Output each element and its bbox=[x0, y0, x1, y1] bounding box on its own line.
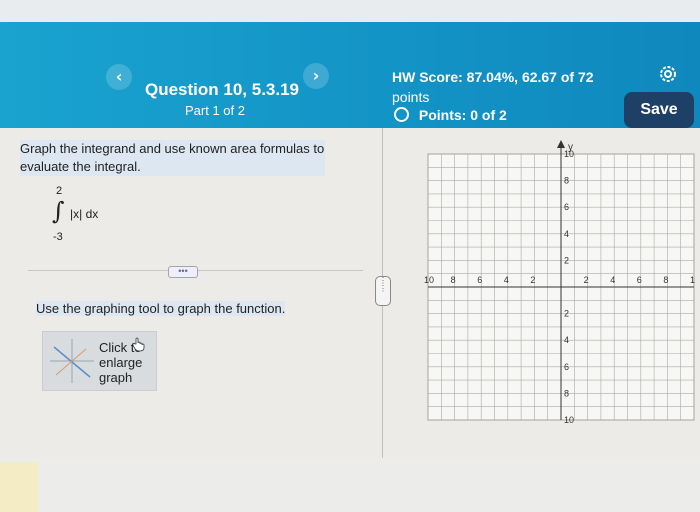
y-tick-label: 6 bbox=[564, 202, 569, 212]
corner-decoration bbox=[0, 462, 38, 512]
points-status: Points: 0 of 2 bbox=[394, 107, 507, 123]
enlarge-graph-button[interactable]: Click to enlarge graph bbox=[42, 331, 157, 391]
x-tick-label: 4 bbox=[504, 275, 509, 285]
y-tick-label: 10 bbox=[564, 149, 574, 159]
x-tick-label: 8 bbox=[451, 275, 456, 285]
panel-resize-handle[interactable]: ⋮ ⋮ bbox=[375, 276, 391, 306]
hw-score-line1: HW Score: 87.04%, 62.67 of 72 bbox=[392, 69, 594, 85]
y-tick-label: 2 bbox=[564, 309, 569, 319]
y-tick-label: 8 bbox=[564, 176, 569, 186]
question-instruction: Graph the integrand and use known area f… bbox=[20, 140, 325, 176]
question-title: Question 10, 5.3.19 bbox=[145, 80, 300, 99]
integral-lower-limit: -3 bbox=[53, 231, 63, 243]
integrand: |x| dx bbox=[70, 207, 99, 221]
tool-instruction-text: Use the graphing tool to graph the funct… bbox=[36, 301, 286, 316]
x-tick-label: 6 bbox=[637, 275, 642, 285]
y-axis-arrow bbox=[557, 140, 565, 148]
hw-score-line2: points bbox=[392, 89, 430, 105]
previous-question-button[interactable]: ‹ bbox=[106, 64, 132, 90]
points-text: Points: 0 of 2 bbox=[418, 107, 507, 123]
graphing-area[interactable]: y 10 8 6 4 2 2 4 6 8 1 10 8 6 4 2 2 4 6 8 10 bbox=[410, 136, 700, 436]
x-tick-label: 4 bbox=[610, 275, 615, 285]
integral-upper-limit: 2 bbox=[56, 185, 63, 197]
settings-button[interactable] bbox=[658, 64, 678, 84]
y-tick-label: 10 bbox=[564, 415, 574, 425]
question-header: ‹ Question 10, 5.3.19 Part 1 of 2 › HW S… bbox=[0, 22, 700, 128]
y-tick-label: 8 bbox=[564, 388, 569, 398]
question-part: Part 1 of 2 bbox=[185, 103, 245, 118]
x-tick-label: 1 bbox=[690, 275, 695, 285]
y-tick-label: 4 bbox=[564, 335, 569, 345]
integral-expression: 2 ∫ |x| dx -3 bbox=[48, 185, 118, 250]
hw-score: HW Score: 87.04%, 62.67 of 72 points bbox=[392, 67, 632, 107]
y-tick-label: 2 bbox=[564, 255, 569, 265]
expand-ellipsis-button[interactable]: ••• bbox=[168, 266, 198, 278]
y-tick-label: 4 bbox=[564, 229, 569, 239]
instruction-text: Graph the integrand and use known area f… bbox=[20, 140, 325, 176]
chevron-left-icon: ‹ bbox=[115, 67, 123, 86]
graph-grid[interactable]: y10 8 6 4 2 2 4 6 8 1108642246810 bbox=[410, 136, 700, 436]
graph-thumbnail-icon bbox=[50, 339, 94, 383]
x-tick-label: 10 bbox=[424, 275, 434, 285]
integral-sign: ∫ bbox=[52, 197, 65, 225]
next-question-button[interactable]: › bbox=[303, 63, 329, 89]
hand-cursor-icon bbox=[132, 337, 145, 352]
page-bottom bbox=[0, 458, 700, 512]
status-circle-icon bbox=[394, 107, 409, 122]
x-tick-label: 6 bbox=[477, 275, 482, 285]
x-tick-label: 8 bbox=[663, 275, 668, 285]
x-tick-label: 2 bbox=[584, 275, 589, 285]
gear-icon bbox=[660, 66, 676, 82]
chevron-right-icon: › bbox=[312, 66, 320, 85]
y-tick-label: 6 bbox=[564, 362, 569, 372]
x-tick-label: 2 bbox=[530, 275, 535, 285]
save-button[interactable]: Save bbox=[624, 92, 694, 128]
browser-shade bbox=[0, 0, 700, 22]
tool-instruction: Use the graphing tool to graph the funct… bbox=[36, 301, 286, 316]
